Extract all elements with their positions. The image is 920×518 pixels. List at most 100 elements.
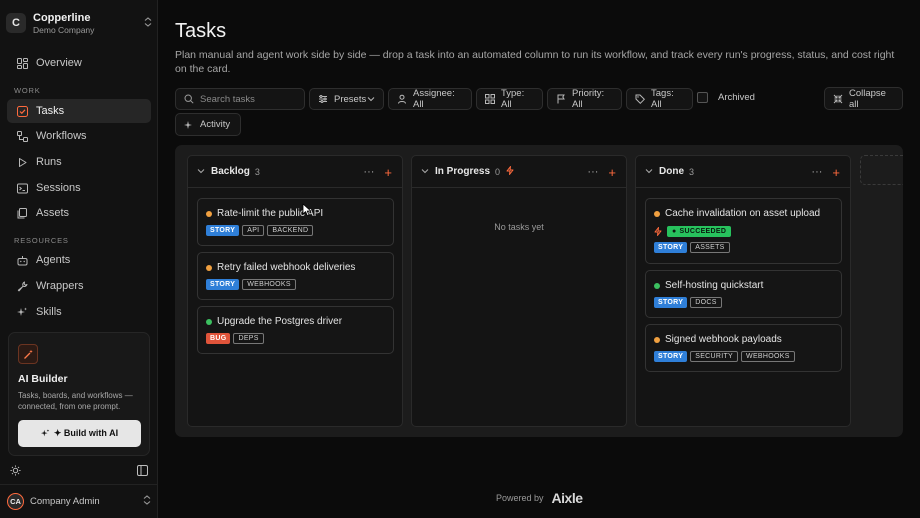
activity-button[interactable]: Activity bbox=[175, 113, 241, 136]
type-filter-label: Type: All bbox=[501, 88, 525, 110]
sidebar-item-runs[interactable]: Runs bbox=[7, 150, 151, 174]
column-name: In Progress bbox=[435, 166, 491, 177]
more-icon[interactable]: ··· bbox=[363, 166, 374, 178]
task-title: Cache invalidation on asset upload bbox=[665, 208, 821, 219]
sidebar: C Copperline Demo Company Overview WORK … bbox=[0, 0, 158, 518]
task-card[interactable]: Retry failed webhook deliveries STORY WE… bbox=[197, 252, 394, 300]
task-card-title: Upgrade the Postgres driver bbox=[206, 316, 342, 327]
user-menu[interactable]: CA Company Admin bbox=[7, 491, 151, 511]
chevron-down-icon[interactable] bbox=[645, 167, 653, 176]
sidebar-item-tasks[interactable]: Tasks bbox=[7, 99, 151, 123]
run-status-label: SUCCEEDED bbox=[679, 228, 727, 235]
tag-badge: DEPS bbox=[233, 333, 264, 344]
automation-bolt-icon bbox=[506, 166, 514, 177]
task-card[interactable]: Self-hosting quickstart STORY DOCS bbox=[645, 270, 842, 318]
task-tags: STORY SECURITY WEBHOOKS bbox=[654, 351, 798, 362]
type-badge: STORY bbox=[654, 242, 688, 253]
dot-icon: ● bbox=[672, 228, 677, 235]
org-name: Copperline bbox=[33, 11, 91, 24]
chevron-down-icon[interactable] bbox=[421, 167, 429, 176]
search-input[interactable] bbox=[200, 93, 300, 105]
user-icon bbox=[397, 94, 407, 104]
column-header: Done 3 ··· + bbox=[636, 156, 850, 188]
column-in-progress: In Progress 0 ··· + No tasks yet bbox=[411, 155, 627, 427]
presets-dropdown[interactable]: Presets bbox=[309, 88, 384, 110]
column-done: Done 3 ··· + Cache invalidation on asset… bbox=[635, 155, 851, 427]
column-header: In Progress 0 ··· + bbox=[412, 156, 626, 188]
bot-icon bbox=[16, 254, 28, 266]
task-card[interactable]: Cache invalidation on asset upload ● SUC… bbox=[645, 198, 842, 264]
task-card[interactable]: Signed webhook payloads STORY SECURITY W… bbox=[645, 324, 842, 372]
chevron-down-icon[interactable] bbox=[197, 167, 205, 176]
sidebar-item-overview[interactable]: Overview bbox=[7, 51, 151, 75]
tag-badge: API bbox=[242, 225, 265, 236]
grid-icon bbox=[485, 94, 495, 104]
archived-toggle[interactable]: Archived bbox=[697, 92, 755, 103]
sidebar-item-wrappers[interactable]: Wrappers bbox=[7, 274, 151, 298]
column-name: Done bbox=[659, 166, 684, 177]
priority-dot bbox=[654, 210, 660, 217]
collapse-all-button[interactable]: Collapse all bbox=[824, 87, 903, 110]
sidebar-item-assets[interactable]: Assets bbox=[7, 201, 151, 225]
task-card[interactable]: Rate-limit the public API STORY API BACK… bbox=[197, 198, 394, 246]
workflow-icon bbox=[16, 130, 28, 142]
ai-builder-description: Tasks, boards, and workflows — connected… bbox=[18, 391, 133, 411]
assignee-filter[interactable]: Assignee: All bbox=[388, 88, 472, 110]
task-card-title: Retry failed webhook deliveries bbox=[206, 262, 355, 273]
more-icon[interactable]: ··· bbox=[811, 166, 822, 178]
sidebar-item-workflows[interactable]: Workflows bbox=[7, 124, 151, 148]
priority-dot bbox=[654, 282, 660, 289]
more-icon[interactable]: ··· bbox=[587, 166, 598, 178]
sidebar-item-skills[interactable]: Skills bbox=[7, 300, 151, 324]
type-badge: STORY bbox=[654, 297, 688, 308]
tags-filter[interactable]: Tags: All bbox=[626, 88, 693, 110]
column-count: 3 bbox=[254, 166, 260, 177]
brand-logo[interactable]: Aixle bbox=[552, 490, 583, 506]
sidebar-item-agents[interactable]: Agents bbox=[7, 248, 151, 272]
type-badge: BUG bbox=[206, 333, 231, 344]
build-with-ai-button[interactable]: ✦ Build with AI bbox=[18, 420, 141, 447]
archived-checkbox[interactable] bbox=[697, 92, 708, 103]
task-tags: STORY WEBHOOKS bbox=[206, 279, 299, 290]
sidebar-item-label: Overview bbox=[36, 57, 82, 69]
priority-dot bbox=[206, 318, 212, 325]
add-task-icon[interactable]: + bbox=[608, 166, 616, 179]
sidebar-item-label: Wrappers bbox=[36, 280, 84, 292]
sidebar-item-label: Workflows bbox=[36, 130, 87, 142]
priority-filter[interactable]: Priority: All bbox=[547, 88, 622, 110]
presets-label: Presets bbox=[334, 93, 367, 105]
theme-toggle-icon[interactable] bbox=[9, 464, 21, 476]
org-switcher[interactable]: C Copperline Demo Company bbox=[6, 9, 152, 37]
task-title: Signed webhook payloads bbox=[665, 334, 782, 345]
add-column-placeholder[interactable] bbox=[860, 155, 903, 185]
run-status-badge: ● SUCCEEDED bbox=[667, 226, 732, 237]
type-badge: STORY bbox=[206, 225, 240, 236]
section-label-work: WORK bbox=[14, 86, 41, 95]
collapse-all-label: Collapse all bbox=[849, 87, 886, 110]
magic-wand-icon bbox=[18, 344, 38, 364]
tag-badge: BACKEND bbox=[267, 225, 314, 236]
files-icon bbox=[16, 207, 28, 219]
collapse-icon bbox=[833, 94, 843, 104]
terminal-icon bbox=[16, 182, 28, 194]
powered-by-label: Powered by bbox=[496, 493, 544, 503]
avatar: CA bbox=[7, 492, 24, 510]
task-tags: BUG DEPS bbox=[206, 333, 267, 344]
sidebar-divider bbox=[0, 484, 158, 485]
kanban-board: Backlog 3 ··· + Rate-limit the public AP… bbox=[175, 145, 903, 437]
add-task-icon[interactable]: + bbox=[384, 166, 392, 179]
dashboard-icon bbox=[16, 57, 28, 69]
ai-builder-card: AI Builder Tasks, boards, and workflows … bbox=[8, 332, 150, 456]
task-title: Upgrade the Postgres driver bbox=[217, 316, 343, 327]
sidebar-item-sessions[interactable]: Sessions bbox=[7, 176, 151, 200]
task-card[interactable]: Upgrade the Postgres driver BUG DEPS bbox=[197, 306, 394, 354]
sidebar-toggle-icon[interactable] bbox=[136, 464, 148, 476]
automation-bolt-icon bbox=[654, 227, 662, 236]
search-box[interactable] bbox=[175, 88, 305, 110]
sparkles-icon bbox=[40, 429, 50, 438]
section-label-resources: RESOURCES bbox=[14, 236, 69, 245]
add-task-icon[interactable]: + bbox=[832, 166, 840, 179]
type-filter[interactable]: Type: All bbox=[476, 88, 543, 110]
task-title: Self-hosting quickstart bbox=[665, 280, 764, 291]
tag-badge: WEBHOOKS bbox=[242, 279, 296, 290]
